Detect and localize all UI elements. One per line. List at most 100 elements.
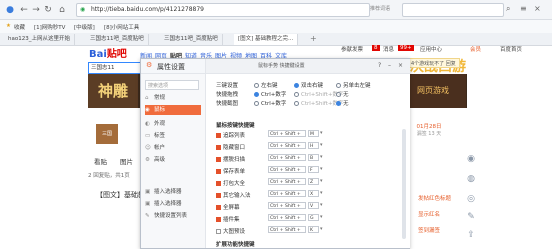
message-count-badge[interactable]: 99+ [398,45,414,51]
radio-option[interactable]: 另单击左键 [336,81,371,89]
shortcut-modifier-field[interactable]: Ctrl + Shift + [268,166,306,173]
shortcut-checkbox[interactable] [216,157,221,162]
shortcut-checkbox[interactable] [216,193,221,198]
shortcut-modifier-field[interactable]: Ctrl + Shift + [268,154,306,161]
sidebar-item-1[interactable]: ◉ 鼠标 [145,105,201,115]
shortcut-key-select[interactable]: Z [308,178,319,185]
shortcut-checkbox[interactable] [216,205,221,210]
shortcut-checkbox[interactable] [216,181,221,186]
link-red-name[interactable]: 显示红名 [418,210,440,218]
skin-icon[interactable]: ◍ [464,172,478,186]
shortcut-modifier-field[interactable]: Ctrl + Shift + [268,202,306,209]
tab-forum-2[interactable]: 三国志11吧_百度贴吧 [160,34,223,45]
shortcut-modifier-field[interactable]: Ctrl + Shift + [268,142,306,149]
chevron-down-icon[interactable]: ▾ [320,214,323,220]
radio-button[interactable] [254,101,259,106]
radio-button[interactable] [336,92,341,97]
chevron-down-icon[interactable]: ▾ [320,202,323,208]
shortcut-key-select[interactable]: X [308,190,319,197]
edit-icon[interactable]: ✎ [464,210,478,224]
shortcut-checkbox[interactable] [216,169,221,174]
home-icon[interactable]: ⌂ [56,4,68,16]
new-tab-icon[interactable]: + [310,34,317,43]
settings-search-input[interactable]: 搜索选项 [145,80,199,90]
search-icon[interactable]: ⌕ [506,4,510,14]
minimize-icon[interactable]: – [388,62,391,69]
dialog-close-icon[interactable]: × [398,62,403,69]
radio-button[interactable] [254,92,259,97]
shortcut-checkbox[interactable] [216,217,221,222]
chevron-down-icon[interactable]: ▾ [320,190,323,196]
sidebar-item-2[interactable]: ◐ 外观 [145,119,201,129]
shortcut-key-select[interactable]: K [308,226,319,233]
radio-button[interactable] [336,101,341,106]
tab-images[interactable]: 图片 [120,156,133,166]
shortcut-modifier-field[interactable]: Ctrl + Shift + [268,130,306,137]
tab-posts[interactable]: 看贴 [94,156,107,166]
shortcut-modifier-field[interactable]: Ctrl + Shift + [268,226,306,233]
shortcut-checkbox[interactable] [216,145,221,150]
shortcut-key-select[interactable]: B [308,154,319,161]
radio-option[interactable]: 左右键 [254,81,278,89]
top-link-member[interactable]: 会员 [470,45,481,53]
toolbar-recommend[interactable]: 推荐词语 [370,5,390,12]
page-search-input[interactable]: 三国志11 [88,62,142,74]
shortcut-modifier-field[interactable]: Ctrl + Shift + [268,214,306,221]
shortcut-key-select[interactable]: M [308,130,319,137]
baidu-logo[interactable]: Bai贴吧 [89,45,127,60]
radio-button[interactable] [294,92,299,97]
sidebar-item-3[interactable]: ▭ 标签 [145,131,201,141]
sidebar-item-5[interactable]: ⚙ 高级 [145,155,201,165]
radio-button[interactable] [294,83,299,88]
sidebar-item-6[interactable]: ▣ 插入选择器 [145,187,201,197]
fav-item[interactable]: [8]小网站工具 [104,23,139,31]
panel-scrollbar[interactable] [402,129,406,239]
shortcut-key-select[interactable]: V [308,202,319,209]
share-icon[interactable]: ⇪ [464,228,478,242]
radio-button[interactable] [254,83,259,88]
sidebar-item-0[interactable]: ⌂ 常规 [145,93,201,103]
forum-avatar[interactable]: 三国 [96,124,118,144]
radio-option[interactable]: 无 [336,99,349,107]
tab-hao123[interactable]: hao123_上网从这里开始 [4,34,75,45]
top-link-invoice[interactable]: 参献发票 [341,45,363,53]
address-bar[interactable]: ◉ http://tieba.baidu.com/p/4121278879 [76,3,370,17]
sidebar-item-4[interactable]: ☺ 帐户 [145,143,201,153]
bear-icon[interactable]: ◎ [464,192,478,206]
forward-icon[interactable]: → [30,4,42,16]
top-link-home[interactable]: 百度首页 [500,45,522,53]
radio-option[interactable]: Ctrl+数字 [254,90,286,98]
link-missed-sign[interactable]: 签到漏签 [418,226,440,234]
browser-search-input[interactable] [402,3,504,17]
radio-option[interactable]: Ctrl+数字 [254,99,286,107]
tab-forum-1[interactable]: 三国志11吧_百度贴吧 [86,34,149,45]
link-red-title[interactable]: 发帖红色标题 [418,194,451,202]
top-link-apps[interactable]: 应用中心 [420,45,442,53]
back-icon[interactable]: ← [18,4,30,16]
chevron-down-icon[interactable]: ▾ [320,166,323,172]
shortcut-checkbox[interactable] [216,133,221,138]
shortcut-modifier-field[interactable]: Ctrl + Shift + [268,178,306,185]
tab-current[interactable]: [图文] 基础教程之完... [234,34,299,45]
shortcut-checkbox[interactable] [216,229,221,234]
fav-item[interactable]: 收藏 [14,23,25,31]
sidebar-item-8[interactable]: ✎ 快捷设置列表 [145,211,201,221]
shortcut-modifier-field[interactable]: Ctrl + Shift + [268,190,306,197]
shortcut-key-select[interactable]: H [308,142,319,149]
notify-badge[interactable]: 8 [372,45,380,51]
close-icon[interactable]: × [534,4,541,13]
fav-item[interactable]: [中级版] [74,23,95,31]
browser-logo-icon[interactable]: ● [4,4,16,16]
chevron-down-icon[interactable]: ▾ [320,178,323,184]
radio-option[interactable]: 无 [336,90,349,98]
radio-button[interactable] [294,101,299,106]
shortcut-key-select[interactable]: F [308,166,319,173]
post-title[interactable]: 【图文】基础教 [96,190,145,200]
refresh-icon[interactable]: ↻ [42,4,54,16]
chevron-down-icon[interactable]: ▾ [320,130,323,136]
help-icon[interactable]: ? [378,62,381,69]
notice-bar[interactable]: 4个游戏玩不了 回复 [408,58,460,68]
chevron-down-icon[interactable]: ▾ [320,154,323,160]
chevron-down-icon[interactable]: ▾ [320,142,323,148]
fav-item[interactable]: [1]网购秒TV [34,23,65,31]
